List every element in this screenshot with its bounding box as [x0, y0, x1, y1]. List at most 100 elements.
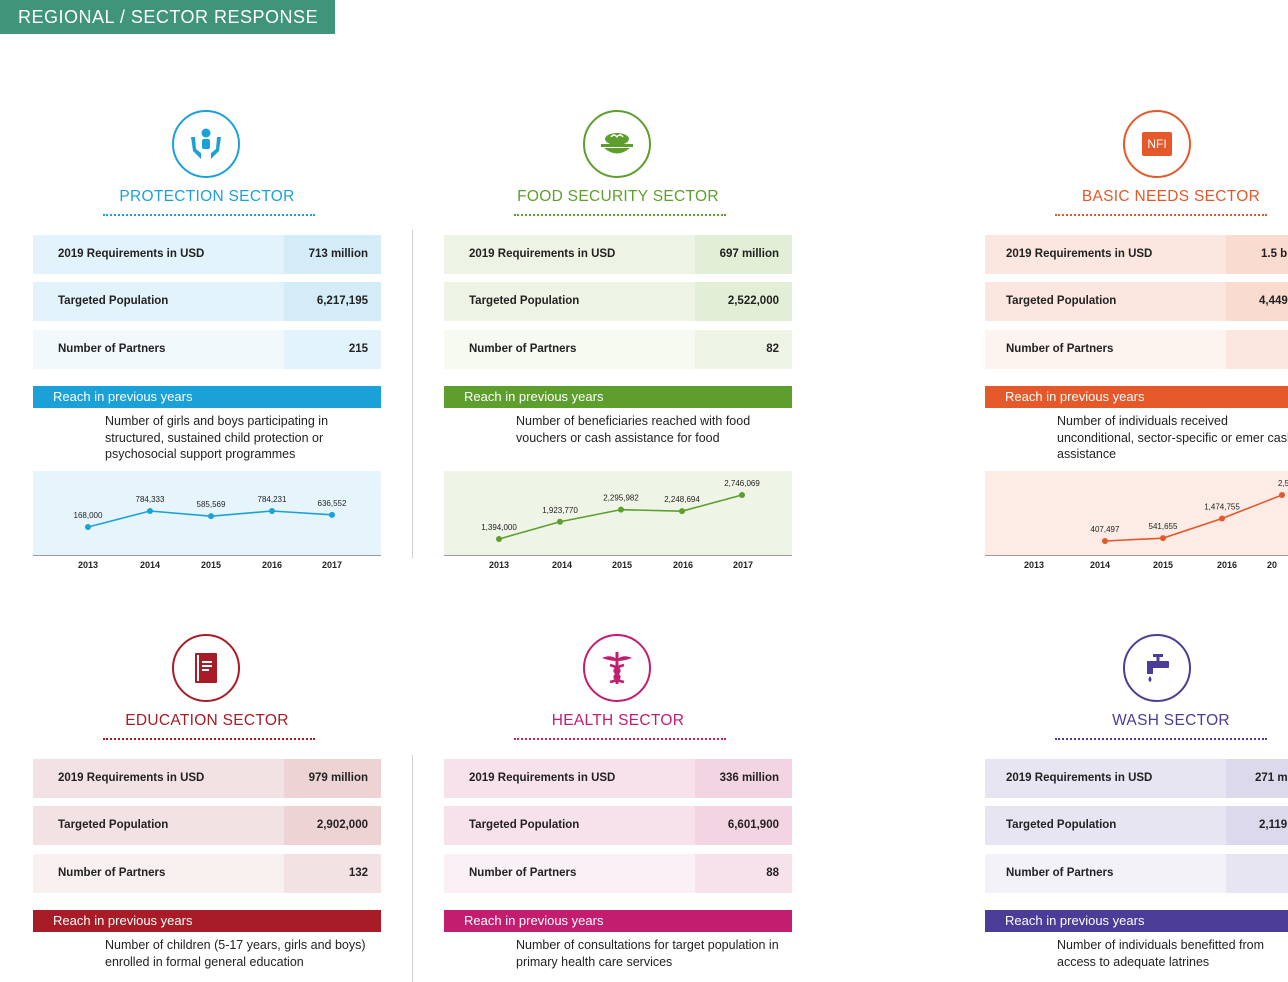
requirements-value: 713 million — [284, 235, 381, 274]
targeted-population-value: 6,601,900 — [695, 806, 792, 845]
data-point — [85, 524, 91, 530]
x-tick-label: 2014 — [1089, 560, 1111, 570]
reach-chart: 168,000 784,333 585,569 784,231 636,552 — [33, 471, 381, 555]
data-label: 784,333 — [136, 495, 165, 504]
requirements-row: 2019 Requirements in USD 713 million — [33, 235, 381, 274]
targeted-population-value: 2,522,000 — [695, 282, 792, 321]
data-point — [679, 508, 685, 515]
data-label: 1,474,755 — [1204, 502, 1240, 511]
title-underline — [514, 738, 726, 740]
sector-title: PROTECTION SECTOR — [119, 188, 295, 205]
data-label: 541,655 — [1149, 522, 1178, 531]
nfi-icon: NFI — [1123, 110, 1191, 178]
targeted-population-label: Targeted Population — [985, 282, 1226, 321]
data-label: 2,746,069 — [724, 479, 760, 488]
x-tick-label: 2014 — [139, 560, 161, 570]
data-point — [147, 508, 153, 514]
targeted-population-row: Targeted Population 6,601,900 — [444, 806, 792, 845]
reach-header: Reach in previous years — [985, 386, 1288, 408]
partners-label: Number of Partners — [985, 854, 1226, 893]
x-tick-label: 2017 — [732, 560, 754, 570]
reach-description: Number of consultations for target popul… — [516, 938, 779, 969]
partners-row: Number of Partners 82 — [444, 330, 792, 369]
targeted-population-row: Targeted Population 4,449 — [985, 282, 1288, 321]
partners-value — [1226, 854, 1288, 893]
title-underline — [103, 214, 315, 216]
reach-chart-svg: 168,000 784,333 585,569 784,231 636,552 — [74, 495, 347, 530]
data-label: 2,248,694 — [664, 495, 700, 504]
sector-card-education: EDUCATION SECTOR 2019 Requirements in US… — [33, 634, 381, 982]
sector-title: HEALTH SECTOR — [551, 712, 685, 729]
requirements-label: 2019 Requirements in USD — [33, 759, 284, 798]
data-label: 1,394,000 — [481, 523, 517, 532]
partners-row: Number of Partners — [985, 330, 1288, 369]
column-divider — [412, 755, 413, 982]
data-point — [1219, 515, 1225, 522]
targeted-population-row: Targeted Population 2,902,000 — [33, 806, 381, 845]
chart-axis — [985, 555, 1288, 556]
x-tick-label: 2014 — [551, 560, 573, 570]
book-icon — [172, 634, 240, 702]
requirements-label: 2019 Requirements in USD — [444, 759, 695, 798]
partners-row: Number of Partners — [985, 854, 1288, 893]
data-point — [208, 513, 214, 520]
data-label: 2,295,982 — [603, 494, 639, 503]
sector-title: BASIC NEEDS SECTOR — [1081, 188, 1261, 205]
requirements-row: 2019 Requirements in USD 697 million — [444, 235, 792, 274]
partners-row: Number of Partners 88 — [444, 854, 792, 893]
data-point — [1279, 492, 1285, 498]
data-point — [1102, 538, 1108, 544]
requirements-value: 979 million — [284, 759, 381, 798]
requirements-row: 2019 Requirements in USD 271 m — [985, 759, 1288, 798]
sector-card-protection: PROTECTION SECTOR 2019 Requirements in U… — [33, 110, 381, 570]
requirements-row: 2019 Requirements in USD 336 million — [444, 759, 792, 798]
partners-label: Number of Partners — [33, 330, 284, 369]
targeted-population-value: 4,449 — [1226, 282, 1288, 321]
data-point — [1160, 535, 1166, 542]
requirements-label: 2019 Requirements in USD — [33, 235, 284, 274]
data-label: 168,000 — [74, 511, 103, 520]
food-bowl-icon — [583, 110, 651, 178]
targeted-population-label: Targeted Population — [444, 806, 695, 845]
requirements-row: 2019 Requirements in USD 1.5 b — [985, 235, 1288, 274]
water-tap-icon — [1123, 634, 1191, 702]
reach-description: Number of beneficiaries reached with foo… — [516, 414, 751, 445]
title-underline — [1055, 738, 1267, 740]
x-tick-label: 2016 — [672, 560, 694, 570]
title-underline — [103, 738, 315, 740]
targeted-population-value: 6,217,195 — [284, 282, 381, 321]
reach-description: Number of girls and boys participating i… — [105, 414, 329, 461]
targeted-population-value: 2,119 — [1226, 806, 1288, 845]
reach-header: Reach in previous years — [444, 910, 792, 932]
page-title-banner: REGIONAL / SECTOR RESPONSE — [0, 0, 335, 34]
reach-chart-svg: 407,497 541,655 1,474,755 2,586 — [1091, 479, 1288, 544]
data-label: 2,586 — [1278, 479, 1288, 488]
requirements-value: 697 million — [695, 235, 792, 274]
data-point — [618, 506, 624, 513]
requirements-label: 2019 Requirements in USD — [444, 235, 695, 274]
requirements-row: 2019 Requirements in USD 979 million — [33, 759, 381, 798]
partners-value: 82 — [695, 330, 792, 369]
data-point — [269, 508, 275, 515]
targeted-population-label: Targeted Population — [33, 806, 284, 845]
targeted-population-value: 2,902,000 — [284, 806, 381, 845]
partners-label: Number of Partners — [985, 330, 1226, 369]
reach-description: Number of individuals benefitted from ac… — [1057, 938, 1265, 969]
partners-value: 215 — [284, 330, 381, 369]
x-tick-label: 2013 — [1023, 560, 1045, 570]
reach-chart: 1,394,000 1,923,770 2,295,982 2,248,694 2,74… — [444, 471, 792, 555]
x-tick-label: 2015 — [1152, 560, 1174, 570]
data-label: 585,569 — [197, 500, 226, 509]
targeted-population-row: Targeted Population 2,119 — [985, 806, 1288, 845]
reach-header: Reach in previous years — [33, 910, 381, 932]
reach-chart-svg: 1,394,000 1,923,770 2,295,982 2,248,694 2,74… — [481, 479, 760, 542]
chart-axis — [444, 555, 792, 556]
sector-card-wash: WASH SECTOR 2019 Requirements in USD 271… — [985, 634, 1288, 982]
partners-value — [1226, 330, 1288, 369]
partners-label: Number of Partners — [444, 330, 695, 369]
x-tick-label: 2013 — [77, 560, 99, 570]
partners-row: Number of Partners 215 — [33, 330, 381, 369]
targeted-population-label: Targeted Population — [444, 282, 695, 321]
requirements-value: 1.5 b — [1226, 235, 1288, 274]
chart-axis — [33, 555, 381, 556]
